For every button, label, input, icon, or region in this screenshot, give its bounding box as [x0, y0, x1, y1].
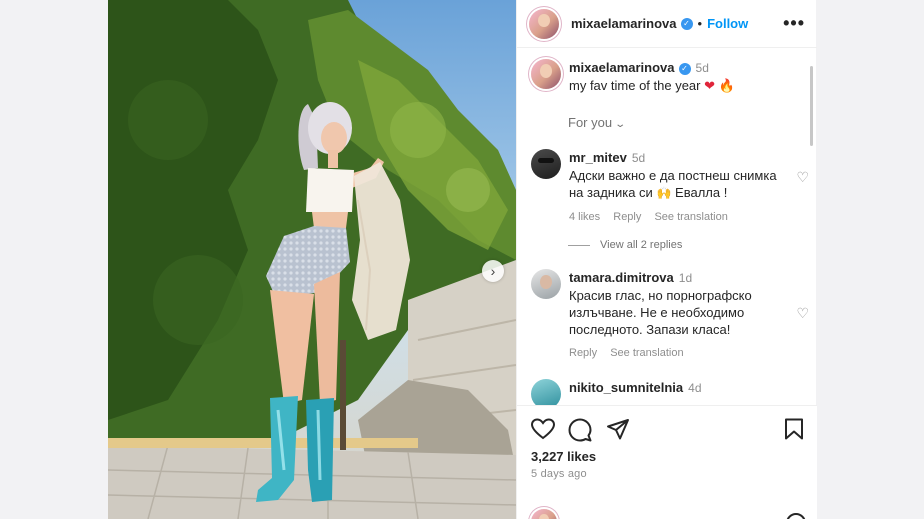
share-icon[interactable] [606, 418, 630, 440]
avatar[interactable] [531, 59, 561, 89]
avatar [531, 509, 557, 519]
comment-item: nikito_sumnitelnia 4d [531, 379, 801, 405]
comments-scrollbar[interactable] [810, 66, 813, 146]
instagram-post: › mixaelamarinova ✓ • Follow ••• mixaela… [108, 0, 817, 519]
comment-icon[interactable] [568, 418, 592, 442]
avatar[interactable] [531, 149, 561, 179]
chevron-right-icon: › [490, 263, 496, 279]
likes-count[interactable]: 3,227 likes [531, 449, 596, 464]
photo-illustration [108, 0, 516, 519]
comment-meta: Reply See translation [569, 345, 779, 362]
follow-button[interactable]: Follow [707, 16, 748, 31]
heart-icon[interactable] [531, 418, 555, 440]
post-header: mixaelamarinova ✓ • Follow ••• [517, 0, 817, 48]
action-row [531, 418, 806, 442]
reply-button[interactable]: Reply [613, 211, 641, 223]
post-caption: mixaelamarinova ✓ 5d my fav time of the ye… [531, 59, 801, 94]
emoji-picker-icon[interactable] [786, 513, 806, 519]
post-photo[interactable]: › [108, 0, 516, 519]
view-replies-button[interactable]: View all 2 replies [568, 239, 682, 251]
comment-username[interactable]: mr_mitev [569, 150, 627, 165]
comment-username[interactable]: nikito_sumnitelnia [569, 380, 683, 395]
for-you-label: For you [568, 115, 613, 130]
comment-time: 1d [678, 271, 693, 285]
add-comment-row [531, 509, 806, 519]
comment-item: mr_mitev 5d Адски важно е да постнеш сним… [531, 149, 809, 226]
caption-time: 5d [695, 61, 709, 75]
comment-time: 4d [688, 381, 702, 395]
fire-emoji-icon: 🔥 [718, 78, 735, 93]
comment-likes[interactable]: 4 likes [569, 211, 600, 223]
comment-text-tail: Евалла ! [675, 185, 728, 200]
heart-outline-icon[interactable]: ♡ [796, 169, 809, 186]
header-username[interactable]: mixaelamarinova [571, 16, 677, 31]
avatar[interactable] [531, 379, 561, 405]
next-photo-button[interactable]: › [482, 260, 504, 282]
comment-item: tamara.dimitrova 1d Красив глас, но порно… [531, 269, 809, 362]
avatar[interactable] [531, 269, 561, 299]
verified-badge-icon: ✓ [680, 17, 693, 30]
verified-badge-icon: ✓ [678, 63, 691, 75]
header-separator: • [697, 16, 703, 31]
see-translation-link[interactable]: See translation [610, 347, 683, 359]
comment-text: Адски важно е да постнеш снимка на задни… [569, 168, 777, 200]
reply-button[interactable]: Reply [569, 347, 597, 359]
header-user: mixaelamarinova ✓ • Follow [571, 16, 748, 31]
divider-line [568, 244, 590, 246]
avatar[interactable] [529, 8, 559, 39]
chevron-down-icon: ⌄ [614, 119, 627, 130]
caption-text: my fav time of the year [569, 78, 701, 93]
more-options-icon[interactable]: ••• [783, 13, 805, 34]
for-you-filter[interactable]: For you ⌄ [568, 115, 627, 130]
post-timestamp: 5 days ago [531, 468, 587, 480]
comments-list[interactable]: mixaelamarinova ✓ 5d my fav time of the ye… [517, 49, 817, 405]
post-side-panel: mixaelamarinova ✓ • Follow ••• mixaelama… [516, 0, 817, 519]
comment-username[interactable]: tamara.dimitrova [569, 270, 674, 285]
caption-username[interactable]: mixaelamarinova [569, 60, 675, 75]
red-heart-emoji-icon: ❤ [704, 78, 716, 93]
comment-meta: 4 likes Reply See translation [569, 209, 789, 226]
view-replies-label: View all 2 replies [600, 239, 683, 251]
raised-hands-emoji: 🙌 [656, 186, 672, 200]
see-translation-link[interactable]: See translation [654, 211, 727, 223]
comment-text: Красив глас, но порнографско излъчване. … [569, 288, 752, 337]
comment-time: 5d [631, 151, 646, 165]
heart-outline-icon[interactable]: ♡ [796, 305, 809, 322]
bookmark-icon[interactable] [784, 418, 804, 440]
post-actions: 3,227 likes 5 days ago [517, 405, 817, 519]
